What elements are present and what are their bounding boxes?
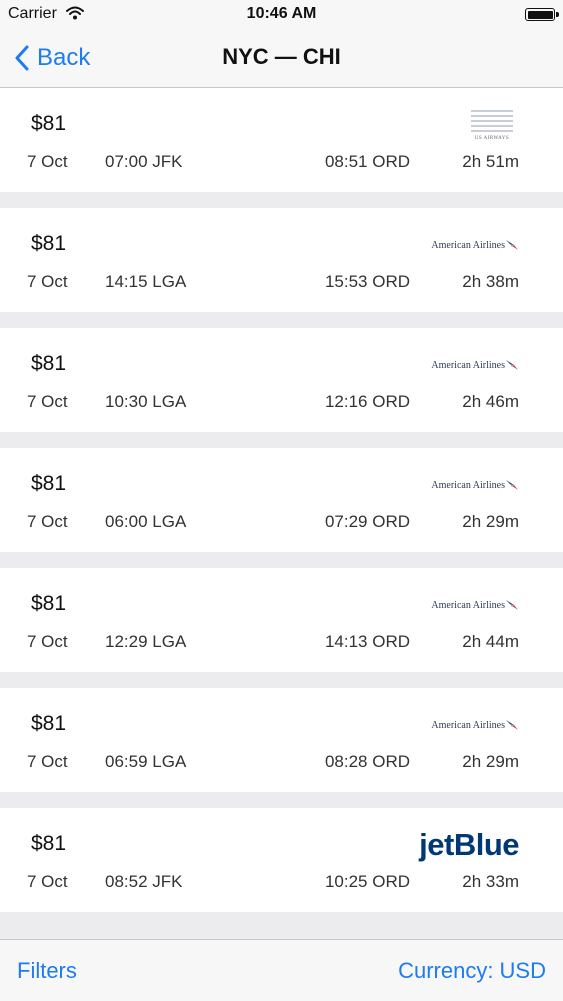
airline-logo-label: American Airlines — [431, 599, 505, 611]
flight-duration: 2h 33m — [462, 872, 519, 891]
american-airlines-flight-symbol-icon — [506, 720, 518, 730]
airline-logo: American Airlines — [409, 346, 519, 384]
arrival-time: 07:29 ORD — [324, 512, 410, 531]
american-airlines-logo: American Airlines — [431, 239, 519, 251]
flight-date: 7 Oct — [27, 272, 68, 291]
airline-logo: American Airlines — [409, 706, 519, 744]
battery-icon — [525, 8, 559, 21]
flight-price: $81 — [31, 832, 67, 855]
american-airlines-flight-symbol-icon — [506, 360, 518, 370]
flight-card[interactable]: $81 7 Oct 06:00 LGA 07:29 ORD 2h 29m American… — [0, 448, 563, 552]
arrival-time: 08:28 ORD — [324, 752, 410, 771]
departure-time: 06:59 LGA — [105, 752, 187, 771]
airline-logo-label: jetBlue — [419, 827, 519, 862]
american-airlines-logo: American Airlines — [431, 359, 519, 371]
flight-card[interactable]: $81 7 Oct 10:30 LGA 12:16 ORD 2h 46m American… — [0, 328, 563, 432]
american-airlines-logo: American Airlines — [431, 479, 519, 491]
chevron-left-icon — [15, 45, 29, 71]
airline-logo: American Airlines — [409, 586, 519, 624]
flight-price: $81 — [31, 352, 67, 375]
american-airlines-flight-symbol-icon — [506, 240, 518, 250]
bottom-toolbar: Filters Currency: USD — [0, 939, 563, 1001]
flight-duration: 2h 29m — [462, 512, 519, 531]
us-airways-flag-icon — [471, 109, 513, 132]
departure-time: 06:00 LGA — [105, 512, 187, 531]
american-airlines-logo: American Airlines — [431, 719, 519, 731]
flight-price: $81 — [31, 232, 67, 255]
airline-logo-label: American Airlines — [431, 239, 505, 251]
currency-button[interactable]: Currency: USD — [398, 958, 546, 984]
navigation-bar: Back NYC — CHI — [0, 30, 563, 88]
airline-logo: American Airlines — [409, 466, 519, 504]
filters-button[interactable]: Filters — [17, 958, 77, 984]
departure-time: 10:30 LGA — [105, 392, 187, 411]
flight-duration: 2h 38m — [462, 272, 519, 291]
back-label: Back — [37, 44, 91, 71]
american-airlines-logo: American Airlines — [431, 599, 519, 611]
flight-date: 7 Oct — [27, 872, 68, 891]
arrival-time: 14:13 ORD — [324, 632, 410, 651]
flight-duration: 2h 51m — [462, 152, 519, 171]
airline-logo: American Airlines — [409, 226, 519, 264]
airline-logo-label: American Airlines — [431, 719, 505, 731]
departure-time: 08:52 JFK — [105, 872, 183, 891]
status-bar: Carrier 10:46 AM — [0, 0, 563, 30]
airline-logo-label: US AIRWAYS — [474, 135, 510, 141]
departure-time: 07:00 JFK — [105, 152, 183, 171]
flight-list: $81 7 Oct 07:00 JFK 08:51 ORD 2h 51m US AIRWA… — [0, 88, 563, 928]
airline-logo: US AIRWAYS — [409, 106, 519, 144]
departure-time: 12:29 LGA — [105, 632, 187, 651]
flight-date: 7 Oct — [27, 392, 68, 411]
flight-duration: 2h 46m — [462, 392, 519, 411]
american-airlines-flight-symbol-icon — [506, 600, 518, 610]
flight-card[interactable]: $81 7 Oct 06:59 LGA 08:28 ORD 2h 29m American… — [0, 688, 563, 792]
flight-duration: 2h 29m — [462, 752, 519, 771]
arrival-time: 15:53 ORD — [324, 272, 410, 291]
flight-card[interactable]: $81 7 Oct 07:00 JFK 08:51 ORD 2h 51m US AIRWA… — [0, 88, 563, 192]
flight-price: $81 — [31, 712, 67, 735]
airline-logo-label: American Airlines — [431, 479, 505, 491]
arrival-time: 12:16 ORD — [324, 392, 410, 411]
flight-card[interactable]: $81 7 Oct 12:29 LGA 14:13 ORD 2h 44m American… — [0, 568, 563, 672]
flight-duration: 2h 44m — [462, 632, 519, 651]
status-time: 10:46 AM — [246, 5, 317, 22]
flight-date: 7 Oct — [27, 632, 68, 651]
arrival-time: 10:25 ORD — [324, 872, 410, 891]
back-button[interactable]: Back — [14, 41, 90, 75]
us-airways-logo: US AIRWAYS — [471, 109, 513, 141]
departure-time: 14:15 LGA — [105, 272, 187, 291]
arrival-time: 08:51 ORD — [324, 152, 410, 171]
airline-logo-label: American Airlines — [431, 359, 505, 371]
american-airlines-flight-symbol-icon — [506, 480, 518, 490]
flight-price: $81 — [31, 112, 67, 135]
flight-date: 7 Oct — [27, 512, 68, 531]
jetblue-logo: jetBlue — [419, 827, 519, 863]
airline-logo: jetBlue — [409, 826, 519, 864]
flight-card[interactable]: $81 7 Oct 08:52 JFK 10:25 ORD 2h 33m jetBlue — [0, 808, 563, 912]
flight-price: $81 — [31, 472, 67, 495]
flight-date: 7 Oct — [27, 152, 68, 171]
flight-price: $81 — [31, 592, 67, 615]
flight-card[interactable]: $81 7 Oct 14:15 LGA 15:53 ORD 2h 38m American… — [0, 208, 563, 312]
flight-date: 7 Oct — [27, 752, 68, 771]
